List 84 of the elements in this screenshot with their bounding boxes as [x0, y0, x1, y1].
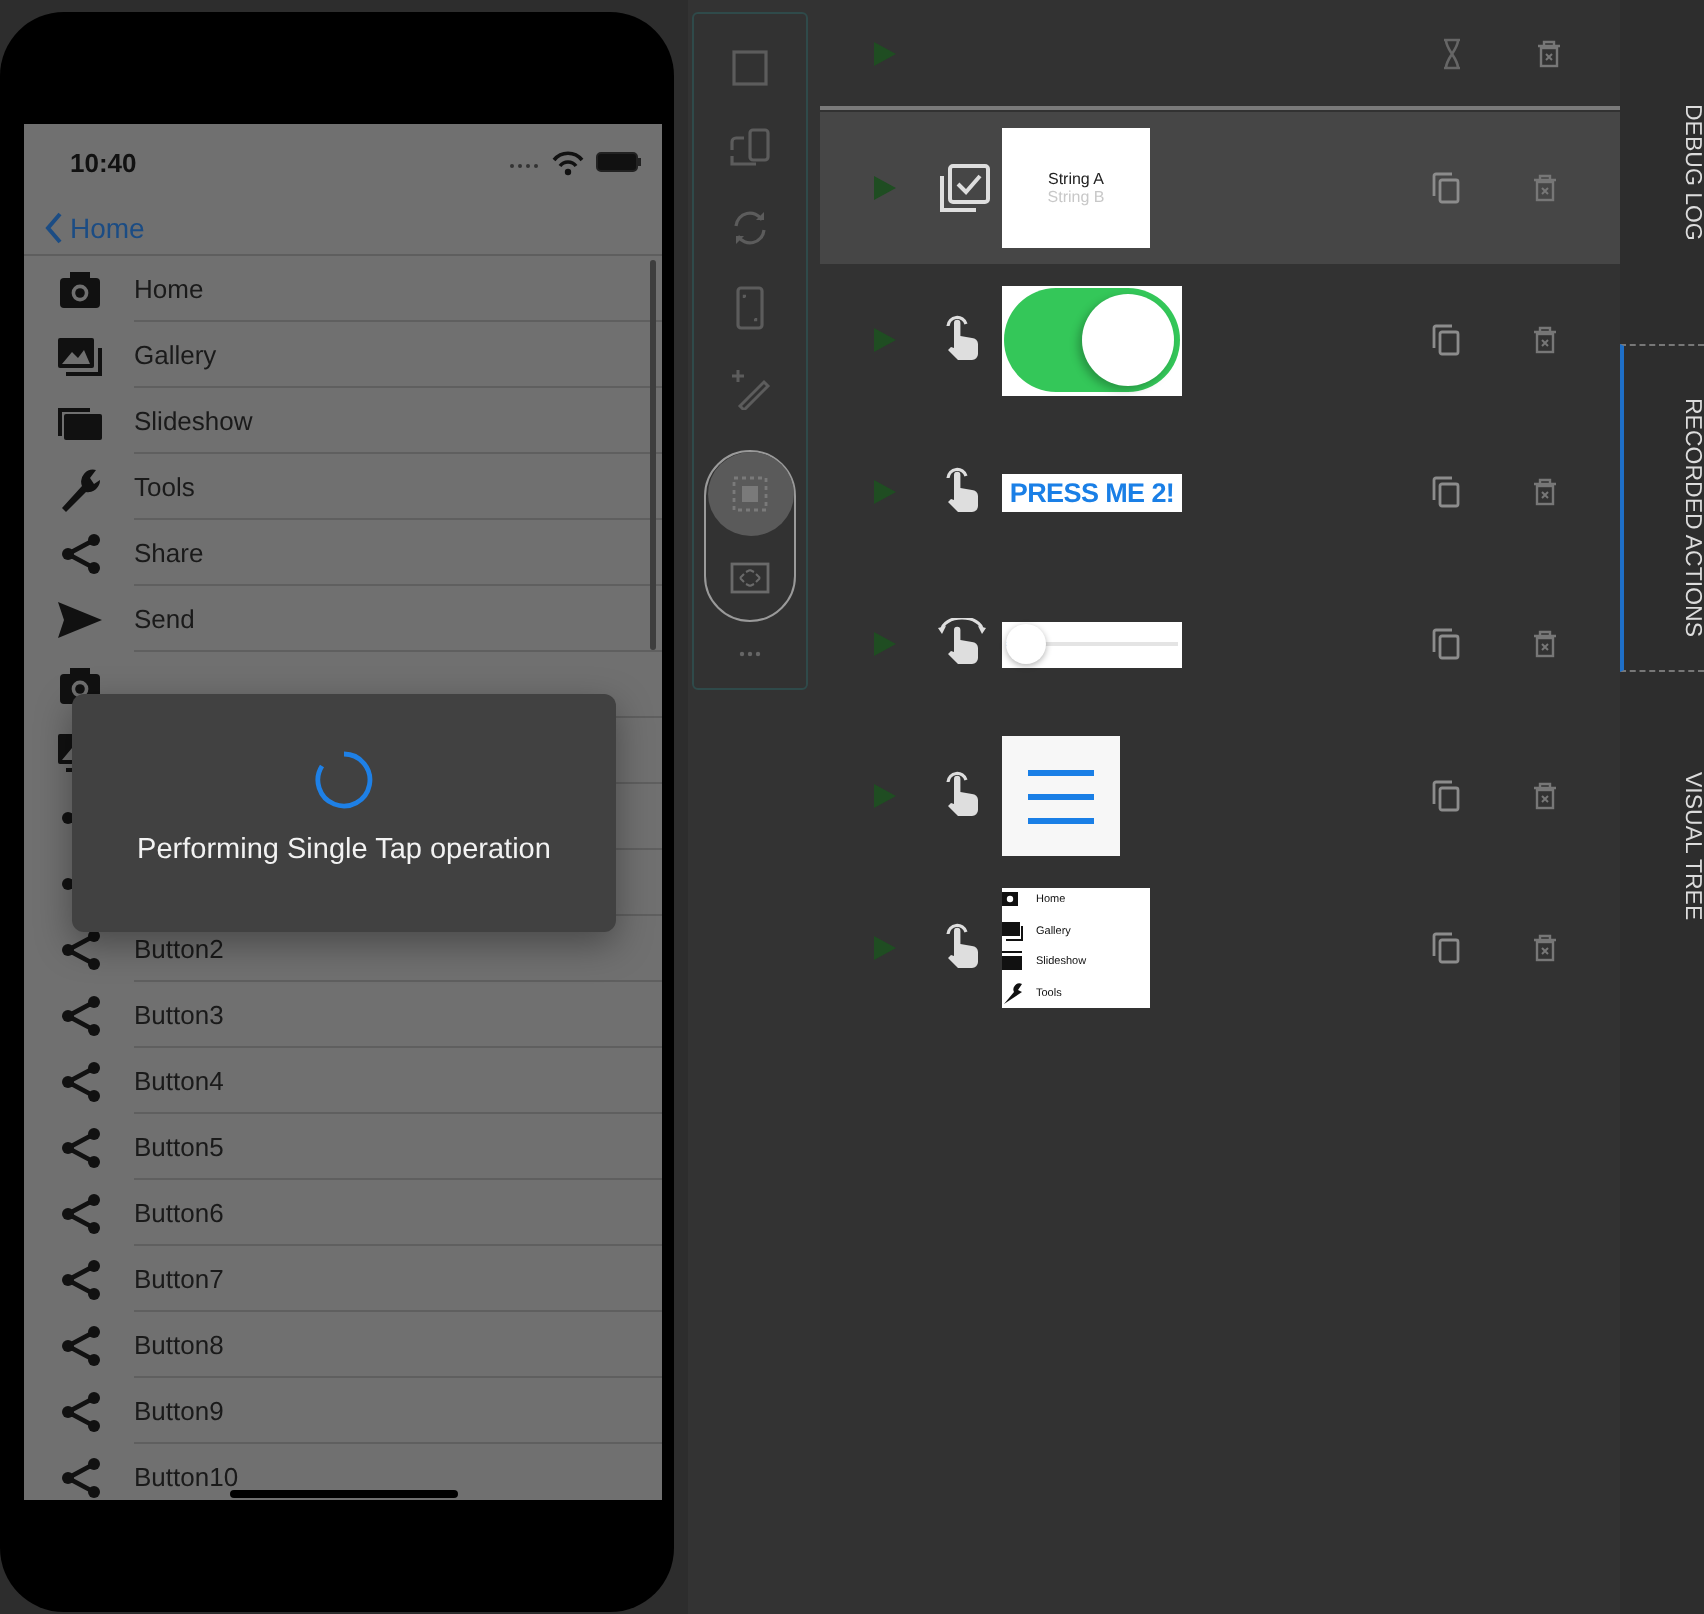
- play-icon: [872, 934, 898, 962]
- spinner-icon: [314, 750, 374, 810]
- delete-button[interactable]: [1532, 478, 1558, 506]
- square-icon: [728, 46, 772, 90]
- play-icon: [872, 174, 898, 202]
- delete-button[interactable]: [1532, 630, 1558, 658]
- play-icon: [872, 326, 898, 354]
- select-element-icon: [730, 474, 770, 514]
- play-icon: [872, 630, 898, 658]
- back-link[interactable]: Home: [44, 211, 145, 243]
- copy-icon: [1432, 172, 1460, 204]
- trash-icon: [1532, 934, 1558, 962]
- menu-item[interactable]: Button6: [24, 1180, 662, 1246]
- menu-item[interactable]: Button5: [24, 1114, 662, 1180]
- list-item-icon: [1002, 950, 1024, 975]
- copy-icon: [1432, 628, 1460, 660]
- battery-icon: [596, 152, 642, 172]
- copy-button[interactable]: [1432, 172, 1460, 204]
- wifi-icon: [552, 149, 584, 175]
- menu-item[interactable]: Button9: [24, 1378, 662, 1444]
- delete-button[interactable]: [1532, 782, 1558, 810]
- menu-item[interactable]: Button4: [24, 1048, 662, 1114]
- thumbnail-text: String A: [1047, 170, 1104, 188]
- share-icon: [56, 1453, 104, 1500]
- play-icon: [872, 39, 898, 67]
- share-icon: [56, 1321, 104, 1369]
- list-item-icon: [1002, 981, 1024, 1006]
- side-tab[interactable]: RECORDED ACTIONS: [1620, 344, 1704, 672]
- refresh-icon: [728, 206, 772, 250]
- toast-message: Performing Single Tap operation: [137, 834, 551, 866]
- delete-button[interactable]: [1536, 39, 1562, 67]
- side-tab[interactable]: DEBUG LOG: [1620, 0, 1704, 344]
- rotate-tap-icon: [938, 618, 990, 670]
- magic-pencil-icon: [728, 366, 772, 410]
- copy-button[interactable]: [1432, 324, 1460, 356]
- status-time: 10:40: [70, 147, 139, 177]
- copy-icon: [1432, 780, 1460, 812]
- trash-icon: [1532, 630, 1558, 658]
- menu-icon: [1028, 769, 1094, 823]
- more-button[interactable]: [738, 650, 762, 658]
- button-thumbnail: PRESS ME 2!: [1002, 473, 1182, 511]
- list-item-icon: [1002, 888, 1024, 912]
- copy-icon: [1432, 324, 1460, 356]
- copy-icon: [1432, 932, 1460, 964]
- share-icon: [56, 1123, 104, 1171]
- delete-button[interactable]: [1532, 326, 1558, 354]
- fit-screen-icon: [730, 558, 770, 598]
- play-icon: [872, 782, 898, 810]
- share-icon: [56, 991, 104, 1039]
- square-button[interactable]: [728, 46, 772, 90]
- rotate-device-icon: [728, 126, 772, 170]
- share-icon: [56, 529, 104, 577]
- trash-icon: [1532, 326, 1558, 354]
- rotate-device-button[interactable]: [728, 126, 772, 170]
- list-item-icon: [1002, 919, 1024, 944]
- share-icon: [56, 1255, 104, 1303]
- mode-button[interactable]: [707, 452, 793, 536]
- side-tab[interactable]: VISUAL TREE: [1620, 672, 1704, 952]
- refresh-button[interactable]: [728, 206, 772, 250]
- share-icon: [56, 1189, 104, 1237]
- menu-item[interactable]: Button8: [24, 1312, 662, 1378]
- multi-select-icon: [938, 162, 990, 214]
- copy-button[interactable]: [1432, 780, 1460, 812]
- trash-icon: [1536, 39, 1562, 67]
- chevron-icon: [44, 211, 64, 243]
- copy-button[interactable]: [1432, 476, 1460, 508]
- menu-item[interactable]: Button3: [24, 982, 662, 1048]
- share-icon: [56, 1387, 104, 1435]
- action-row[interactable]: PRESS ME 2!: [820, 416, 1620, 568]
- delete-button[interactable]: [1532, 934, 1558, 962]
- wait-button[interactable]: [1442, 37, 1462, 69]
- trash-icon: [1532, 478, 1558, 506]
- delete-button[interactable]: [1532, 174, 1558, 202]
- trash-icon: [1532, 174, 1558, 202]
- menu-item[interactable]: Button7: [24, 1246, 662, 1312]
- hourglass-icon: [1442, 37, 1462, 69]
- play-icon: [872, 478, 898, 506]
- trash-icon: [1532, 782, 1558, 810]
- copy-icon: [1432, 476, 1460, 508]
- more-icon: [738, 650, 762, 658]
- copy-button[interactable]: [1432, 932, 1460, 964]
- copy-button[interactable]: [1432, 628, 1460, 660]
- share-icon: [56, 1057, 104, 1105]
- magic-pencil-button[interactable]: [728, 366, 772, 410]
